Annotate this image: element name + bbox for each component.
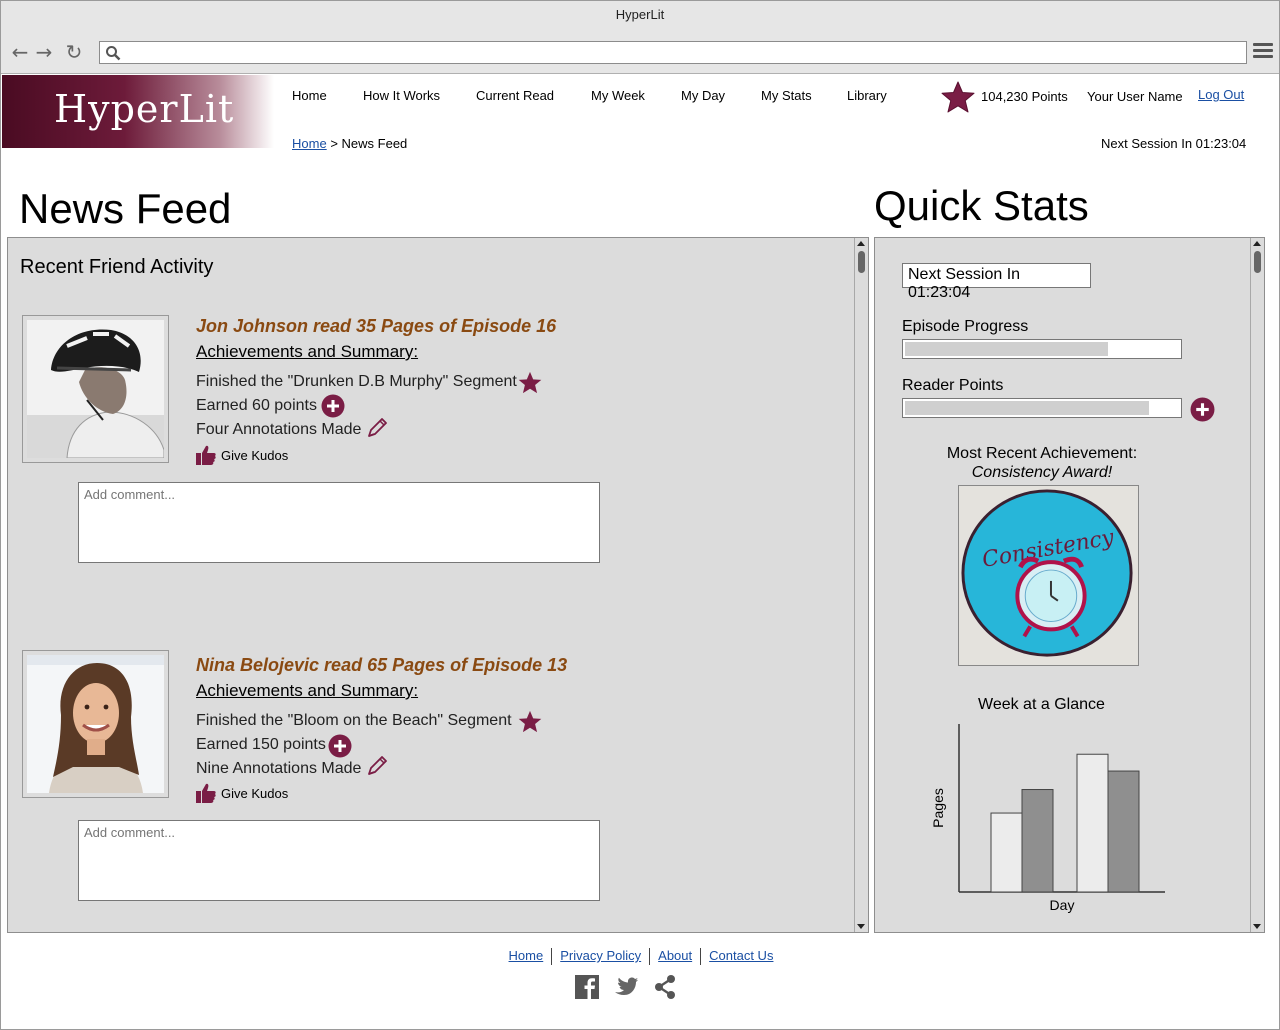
star-icon xyxy=(518,371,542,394)
x-axis-label: Day xyxy=(1050,897,1075,913)
annotations-made: Four Annotations Made xyxy=(196,421,362,438)
nav-my-week[interactable]: My Week xyxy=(591,88,645,103)
reader-points-fill xyxy=(905,401,1149,415)
achievement-label: Most Recent Achievement: xyxy=(946,445,1138,462)
breadcrumb-current: News Feed xyxy=(341,136,408,151)
chart-bar-3 xyxy=(1076,753,1109,893)
plus-circle-icon[interactable] xyxy=(328,734,352,758)
reader-points-label: Reader Points xyxy=(902,377,1004,394)
week-bar-chart: Pages Day xyxy=(930,724,1165,913)
news-feed-title: News Feed xyxy=(19,185,232,232)
scroll-thumb[interactable] xyxy=(1254,251,1261,273)
reader-points-bar xyxy=(902,398,1182,418)
points-earned: Earned 60 points xyxy=(196,397,317,414)
footer-home-link[interactable]: Home xyxy=(501,948,552,963)
logo-text: HyperLit xyxy=(54,87,235,131)
browser-window: HyperLit ← → ↻ HyperLit Home How It Work… xyxy=(0,0,1280,1030)
nav-home[interactable]: Home xyxy=(292,88,327,103)
achievement-name: Consistency Award! xyxy=(971,464,1113,481)
episode-progress-label: Episode Progress xyxy=(902,318,1029,335)
pencil-icon xyxy=(368,418,387,437)
url-input[interactable] xyxy=(128,43,1238,62)
hamburger-menu-icon[interactable] xyxy=(1253,43,1273,61)
thumbs-up-icon[interactable] xyxy=(195,782,217,804)
comment-input[interactable] xyxy=(78,482,600,563)
week-at-a-glance-title: Week at a Glance xyxy=(978,696,1105,713)
news-feed-panel: Recent Friend Activity Jon Johnson read … xyxy=(7,237,869,933)
share-icon[interactable] xyxy=(652,974,678,1000)
points-star-icon xyxy=(941,81,975,113)
footer-contact-link[interactable]: Contact Us xyxy=(701,948,781,963)
episode-progress-fill xyxy=(905,342,1108,356)
nav-current-read[interactable]: Current Read xyxy=(476,88,554,103)
scroll-down-arrow-icon[interactable] xyxy=(1253,924,1261,929)
footer-links: Home Privacy Policy About Contact Us xyxy=(1,948,1280,966)
give-kudos-button[interactable]: Give Kudos xyxy=(221,448,288,463)
logout-link[interactable]: Log Out xyxy=(1198,87,1244,102)
next-session-box: Next Session In 01:23:04 xyxy=(902,263,1091,301)
next-session-timer: Next Session In 01:23:04 xyxy=(1101,136,1247,151)
cyclist-photo xyxy=(27,320,164,458)
woman-photo xyxy=(27,655,164,793)
y-axis-label: Pages xyxy=(930,788,946,828)
quick-stats-scrollbar[interactable] xyxy=(1250,238,1264,932)
footer-privacy-link[interactable]: Privacy Policy xyxy=(552,948,649,963)
friend-avatar[interactable] xyxy=(22,315,169,463)
scroll-down-arrow-icon[interactable] xyxy=(857,924,865,929)
breadcrumb-separator: > xyxy=(330,136,338,151)
activity-title[interactable]: Jon Johnson read 35 Pages of Episode 16 xyxy=(196,316,556,337)
plus-circle-icon[interactable] xyxy=(1190,397,1215,422)
window-title: HyperLit xyxy=(1,1,1279,31)
nav-how-it-works[interactable]: How It Works xyxy=(363,88,440,103)
points-total: 104,230 Points xyxy=(981,89,1068,104)
nav-my-stats[interactable]: My Stats xyxy=(761,88,812,103)
nav-my-day[interactable]: My Day xyxy=(681,88,725,103)
points-earned: Earned 150 points xyxy=(196,736,326,753)
chart-bar-2 xyxy=(1021,789,1054,893)
achievements-summary-heading: Achievements and Summary: xyxy=(196,342,419,361)
annotations-made: Nine Annotations Made xyxy=(196,760,362,777)
achievements-summary-heading: Achievements and Summary: xyxy=(196,681,419,700)
nav-library[interactable]: Library xyxy=(847,88,887,103)
star-icon xyxy=(518,710,542,733)
user-name[interactable]: Your User Name xyxy=(1087,89,1183,104)
recent-activity-heading: Recent Friend Activity xyxy=(20,256,214,278)
segment-finished: Finished the "Drunken D.B Murphy" Segmen… xyxy=(196,373,517,390)
chart-bar-1 xyxy=(990,812,1023,893)
pencil-icon xyxy=(368,756,387,775)
browser-toolbar: ← → ↻ xyxy=(1,31,1279,74)
address-bar[interactable] xyxy=(99,41,1247,64)
back-arrow-icon[interactable]: ← xyxy=(9,41,31,63)
forward-arrow-icon[interactable]: → xyxy=(33,41,55,63)
footer-about-link[interactable]: About xyxy=(650,948,700,963)
chart-bar-4 xyxy=(1107,770,1140,893)
search-icon xyxy=(106,46,121,61)
give-kudos-button[interactable]: Give Kudos xyxy=(221,786,288,801)
facebook-icon[interactable] xyxy=(574,974,600,1000)
plus-circle-icon[interactable] xyxy=(321,394,345,418)
scroll-up-arrow-icon[interactable] xyxy=(1253,241,1261,246)
activity-title[interactable]: Nina Belojevic read 65 Pages of Episode … xyxy=(196,655,567,676)
reload-icon[interactable]: ↻ xyxy=(63,41,85,63)
site-logo[interactable]: HyperLit xyxy=(2,75,274,148)
segment-finished: Finished the "Bloom on the Beach" Segmen… xyxy=(196,712,512,729)
quick-stats-title: Quick Stats xyxy=(874,182,1089,229)
scroll-up-arrow-icon[interactable] xyxy=(857,241,865,246)
quick-stats-panel: Next Session In 01:23:04 Episode Progres… xyxy=(874,237,1265,933)
breadcrumb: Home > News Feed xyxy=(292,136,407,151)
news-feed-scrollbar[interactable] xyxy=(854,238,868,932)
scroll-thumb[interactable] xyxy=(858,251,865,273)
episode-progress-bar xyxy=(902,339,1182,359)
thumbs-up-icon[interactable] xyxy=(195,444,217,466)
twitter-icon[interactable] xyxy=(613,974,639,1000)
achievement-badge[interactable]: Consistency xyxy=(958,485,1139,666)
breadcrumb-home-link[interactable]: Home xyxy=(292,136,327,151)
comment-input[interactable] xyxy=(78,820,600,901)
consistency-badge-image: Consistency xyxy=(959,486,1138,665)
friend-avatar[interactable] xyxy=(22,650,169,798)
